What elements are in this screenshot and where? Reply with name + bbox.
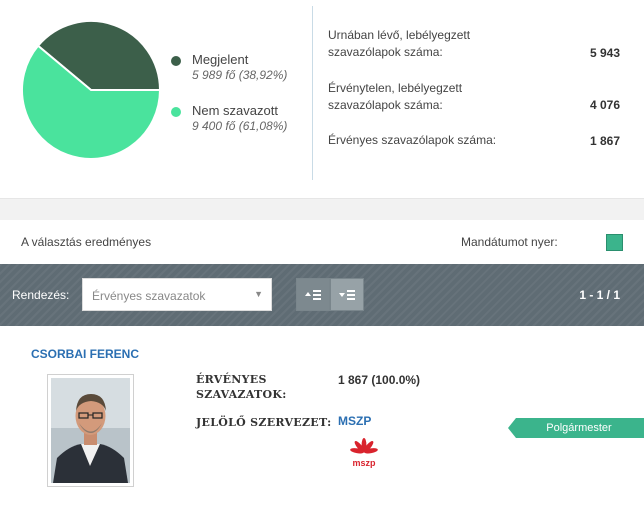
legend-label: Megjelent [192,52,249,67]
section-divider-band [0,198,644,220]
divider [312,6,313,180]
valid-votes-value: 1 867 (100.0%) [338,373,421,387]
sort-label: Rendezés: [12,288,70,302]
mszp-logo-text: mszp [352,458,376,468]
mandate-label: Mandátumot nyer: [461,235,558,249]
stat-label-ervenyes: Érvényes szavazólapok száma: [328,133,497,147]
sort-descending-icon [339,289,355,300]
legend-label: Nem szavazott [192,103,278,118]
sort-select[interactable]: Érvényes szavazatok ▼ [82,278,272,311]
sort-toolbar: Rendezés: Érvényes szavazatok ▼ 1 - 1 / … [0,264,644,326]
result-row: A választás eredményes Mandátumot nyer: [0,220,644,264]
candidate-photo [47,374,134,487]
stat-value-urnaban: 5 943 [589,46,620,60]
legend-value: 9 400 fő (61,08%) [192,119,288,133]
legend-dot-nem-szavazott [171,107,181,117]
sort-descending-button[interactable] [330,278,364,311]
turnout-panel: Megjelent 5 989 fő (38,92%) Nem szavazot… [0,0,644,198]
stat-value-ervenyes: 1 867 [589,134,620,148]
stat-label-ervenytelen: Érvénytelen, lebélyegzett szavazólapok s… [328,81,463,112]
candidate-card: CSORBAI FERENC ÉRVÉNYES SZAVAZATOK: 1 86… [0,326,644,507]
chevron-down-icon: ▼ [254,289,263,299]
legend-value: 5 989 fő (38,92%) [192,68,288,82]
nominating-org-label: JELÖLŐ SZERVEZET: [196,416,332,429]
pager-text: 1 - 1 / 1 [579,288,620,302]
mandate-color-swatch [606,234,623,251]
candidate-name-link[interactable]: CSORBAI FERENC [31,347,139,361]
nominating-org-link[interactable]: MSZP [338,414,371,428]
stat-label-urnaban: Urnában lévő, lebélyegzett szavazólapok … [328,28,471,59]
result-status-text: A választás eredményes [21,235,152,249]
role-badge: Polgármester [508,418,644,438]
stat-value-ervenytelen: 4 076 [589,98,620,112]
legend-dot-megjelent [171,56,181,66]
sort-select-value: Érvényes szavazatok [92,289,206,303]
turnout-pie-chart [22,21,160,159]
sort-ascending-button[interactable] [296,278,330,311]
sort-ascending-icon [305,289,321,300]
valid-votes-label: ÉRVÉNYES SZAVAZATOK: [196,373,287,401]
mszp-logo-icon: mszp [350,438,378,468]
